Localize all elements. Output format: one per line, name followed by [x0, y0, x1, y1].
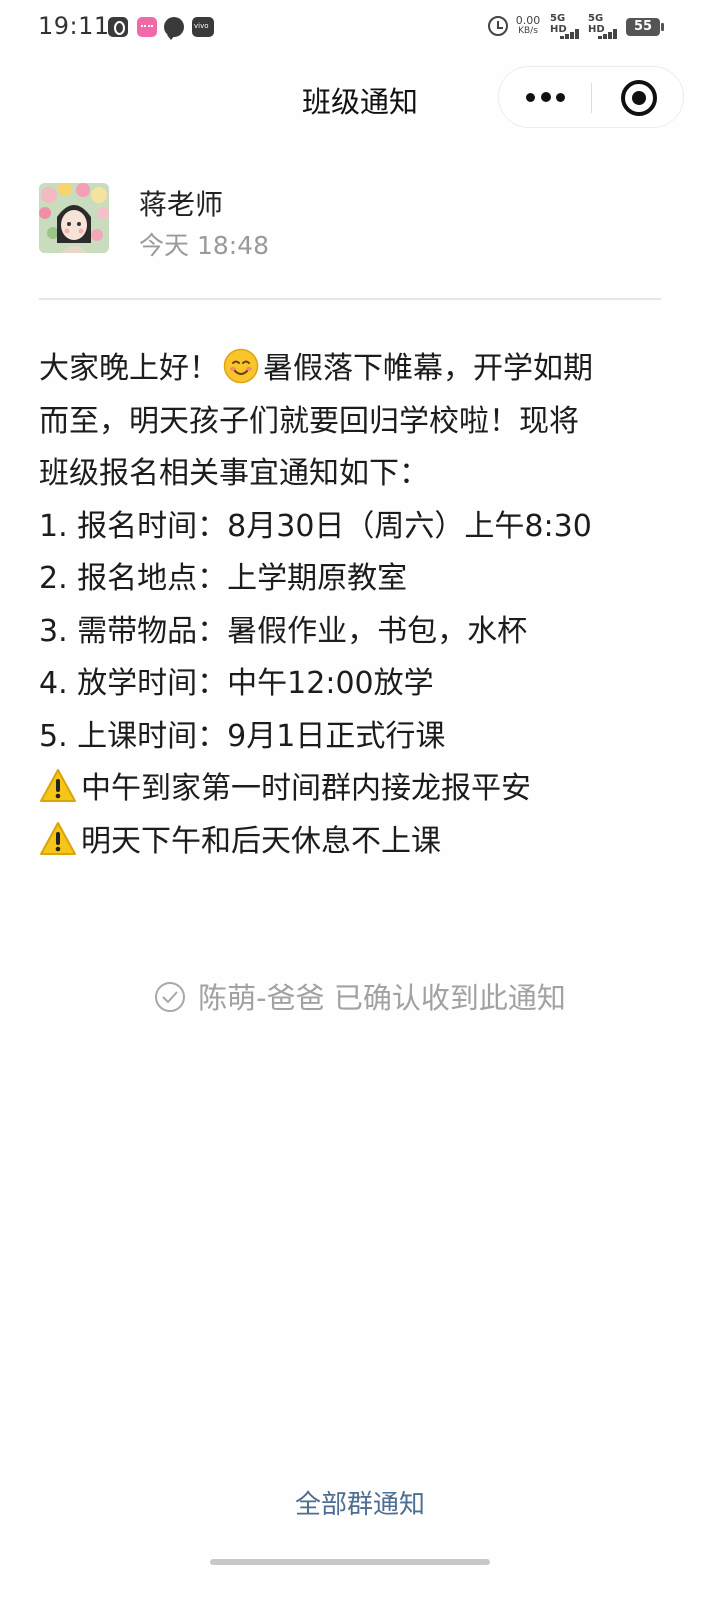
- notice-item-class-start: 5. 上课时间：9月1日正式行课: [39, 718, 446, 754]
- smiling-face-icon: [223, 348, 259, 402]
- vivo-icon: [192, 17, 214, 37]
- network-speed: 0.00 KB/s: [514, 15, 542, 37]
- warning-icon: [39, 821, 77, 875]
- more-options-button[interactable]: [499, 67, 591, 127]
- author-name: 蒋老师: [139, 188, 224, 221]
- dot-icon: [541, 92, 551, 102]
- check-circle-icon: [155, 982, 186, 1012]
- status-bar: 19:11 0.00 KB/s 5G HD 5G HD 55: [0, 0, 720, 56]
- all-group-notices-link[interactable]: 全部群通知: [0, 1484, 720, 1521]
- video-app-icon: [137, 17, 157, 37]
- avatar[interactable]: [39, 183, 109, 253]
- dot-icon: [556, 93, 565, 102]
- read-confirmation: 陈萌-爸爸 已确认收到此通知: [0, 975, 720, 1017]
- battery-level: 55: [633, 19, 653, 34]
- warning-text: 中午到家第一时间群内接龙报平安: [81, 771, 531, 806]
- divider: [39, 298, 661, 300]
- notice-item-items-to-bring: 3. 需带物品：暑假作业，书包，水杯: [39, 613, 528, 649]
- notice-page: 19:11 0.00 KB/s 5G HD 5G HD 55 班级通知: [0, 0, 720, 1612]
- chat-bubble-icon: [164, 17, 184, 40]
- network-speed-value: 0.00: [515, 14, 541, 27]
- network-speed-unit: KB/s: [518, 26, 538, 36]
- notice-body: 大家晚上好！ 暑假落下帷幕，开学如期 而至，明天孩子们就要回归学校啦！现将 班级报…: [39, 343, 669, 868]
- warning-text: 明天下午和后天休息不上课: [81, 823, 441, 859]
- close-target-icon[interactable]: [621, 80, 657, 116]
- notice-greeting: 大家晚上好！: [39, 351, 219, 386]
- battery-icon: 55: [626, 18, 664, 36]
- avatar-illustration: [39, 183, 109, 253]
- status-time: 19:11: [38, 12, 110, 40]
- notice-line: 而至，明天孩子们就要回归学校啦！现将: [39, 403, 579, 439]
- notice-line: 班级报名相关事宜通知如下：: [39, 456, 429, 491]
- signal-indicator-1: 5G HD: [550, 13, 584, 41]
- confirmation-text: 陈萌-爸爸 已确认收到此通知: [198, 981, 566, 1015]
- notice-text: 暑假落下帷幕，开学如期: [263, 351, 593, 386]
- notice-line: 大家晚上好！ 暑假落下帷幕，开学如期: [39, 343, 669, 396]
- warning-icon: [39, 768, 77, 822]
- notice-warning-2: 明天下午和后天休息不上课: [39, 816, 669, 869]
- notice-item-dismissal-time: 4. 放学时间：中午12:00放学: [39, 666, 434, 701]
- notice-item-registration-time: 1. 报名时间：8月30日（周六）上午8:30: [39, 508, 592, 544]
- capsule-divider: [591, 83, 592, 113]
- signal-indicator-2: 5G HD: [588, 13, 622, 41]
- alarm-clock-icon: [488, 16, 508, 36]
- signal-bars-icon: [560, 29, 584, 39]
- signal-bars-icon: [598, 29, 622, 39]
- home-indicator[interactable]: [210, 1559, 490, 1565]
- post-timestamp: 今天 18:48: [139, 231, 269, 260]
- mini-program-capsule: [498, 66, 684, 128]
- dot-icon: [526, 93, 535, 102]
- notice-item-registration-place: 2. 报名地点：上学期原教室: [39, 561, 408, 596]
- notice-warning-1: 中午到家第一时间群内接龙报平安: [39, 763, 669, 816]
- tiktok-icon: [108, 17, 128, 37]
